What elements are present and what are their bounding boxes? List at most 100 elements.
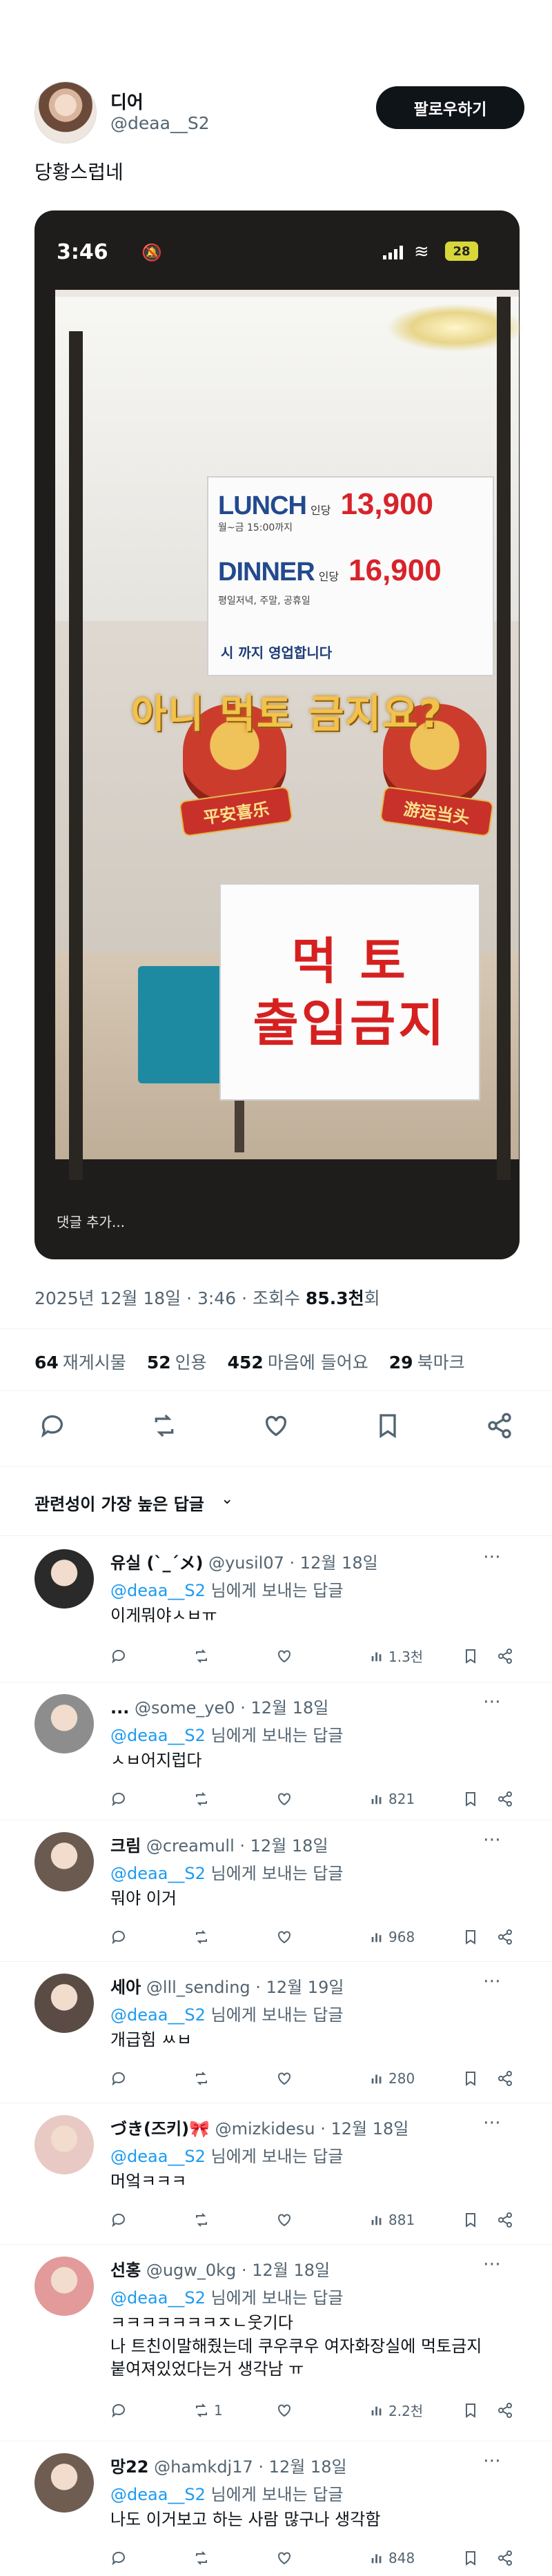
reply-retweet-action[interactable] xyxy=(193,1929,276,1945)
reply-avatar[interactable] xyxy=(34,1549,94,1609)
reply-views[interactable]: 280 xyxy=(369,2070,462,2087)
author-avatar[interactable] xyxy=(34,81,97,144)
reply-retweet-action[interactable] xyxy=(193,1791,276,1807)
more-icon[interactable]: ⋯ xyxy=(483,1829,501,1850)
stat-bookmarks[interactable]: 29 북마크 xyxy=(389,1349,465,1374)
reply-views[interactable]: 1.3천 xyxy=(369,1646,462,1666)
video-comment-placeholder[interactable]: 댓글 추가... xyxy=(57,1211,125,1231)
reply-reply-action[interactable] xyxy=(110,1648,193,1664)
reply-retweet-action[interactable]: 1 xyxy=(193,2402,276,2419)
reply-bookmark-action[interactable] xyxy=(462,2402,497,2419)
reply-mention[interactable]: @deaa__S2 xyxy=(110,2005,206,2025)
reply-reply-action[interactable] xyxy=(110,2550,193,2566)
heart-icon[interactable] xyxy=(258,1408,294,1444)
reply-date[interactable]: 12월 18일 xyxy=(250,1698,328,1718)
reply-avatar[interactable] xyxy=(34,2453,94,2513)
share-icon[interactable] xyxy=(482,1408,518,1444)
reply-author-handle[interactable]: @yusil07 xyxy=(208,1553,284,1573)
reply-share-action[interactable] xyxy=(497,1929,513,1945)
reply-avatar[interactable] xyxy=(34,1694,94,1753)
reply-avatar[interactable] xyxy=(34,1974,94,2033)
reply-share-action[interactable] xyxy=(497,1791,513,1807)
reply-bookmark-action[interactable] xyxy=(462,1791,497,1807)
reply-mention[interactable]: @deaa__S2 xyxy=(110,2288,206,2308)
stat-likes[interactable]: 452 마음에 들어요 xyxy=(228,1349,368,1374)
reply-author-handle[interactable]: @lll_sending xyxy=(146,1978,250,1997)
reply-sort-label[interactable]: 관련성이 가장 높은 답글 xyxy=(34,1491,204,1515)
bookmark-icon[interactable] xyxy=(370,1408,406,1444)
reply-bookmark-action[interactable] xyxy=(462,2212,497,2228)
more-icon[interactable]: ⋯ xyxy=(483,2450,501,2471)
reply-like-action[interactable] xyxy=(276,1929,369,1945)
reply-date[interactable]: 12월 18일 xyxy=(300,1553,378,1573)
reply-author-name[interactable]: 세아 xyxy=(110,1978,141,1997)
reply-author-handle[interactable]: @mizkidesu xyxy=(215,2119,315,2139)
reply-like-action[interactable] xyxy=(276,1648,369,1664)
reply-reply-action[interactable] xyxy=(110,2070,193,2087)
more-icon[interactable]: ⋯ xyxy=(483,1971,501,1992)
reply-mention[interactable]: @deaa__S2 xyxy=(110,1864,206,1883)
reply-share-action[interactable] xyxy=(497,1648,513,1664)
reply-mention[interactable]: @deaa__S2 xyxy=(110,2147,206,2166)
reply-retweet-action[interactable] xyxy=(193,2550,276,2566)
reply-reply-action[interactable] xyxy=(110,1929,193,1945)
reply-author-name[interactable]: 망22 xyxy=(110,2457,148,2477)
reply-reply-action[interactable] xyxy=(110,1791,193,1807)
reply-author-name[interactable]: づき(즈키)🎀 xyxy=(110,2119,210,2139)
reply-retweet-action[interactable] xyxy=(193,2070,276,2087)
reply-author-handle[interactable]: @hamkdj17 xyxy=(154,2457,253,2477)
reply-bookmark-action[interactable] xyxy=(462,1929,497,1945)
retweet-icon[interactable] xyxy=(146,1408,182,1444)
reply-views[interactable]: 821 xyxy=(369,1791,462,1807)
stat-reposts[interactable]: 64 재게시물 xyxy=(34,1349,126,1374)
more-icon[interactable]: ⋯ xyxy=(483,1546,501,1567)
reply-icon[interactable] xyxy=(34,1408,70,1444)
stat-quotes[interactable]: 52 인용 xyxy=(147,1349,207,1374)
reply-date[interactable]: 12월 18일 xyxy=(252,2261,330,2280)
author-display-name[interactable]: 디어 xyxy=(110,88,144,114)
reply-like-action[interactable] xyxy=(276,1791,369,1807)
reply-retweet-action[interactable] xyxy=(193,2212,276,2228)
reply-author-name[interactable]: 크림 xyxy=(110,1836,141,1856)
author-handle[interactable]: @deaa__S2 xyxy=(110,113,210,133)
more-icon[interactable]: ⋯ xyxy=(483,1691,501,1712)
reply-author-handle[interactable]: @creamull xyxy=(146,1836,235,1856)
reply-like-action[interactable] xyxy=(276,2212,369,2228)
more-icon[interactable]: ⋯ xyxy=(483,2254,501,2274)
reply-author-handle[interactable]: @some_ye0 xyxy=(135,1698,235,1718)
reply-mention[interactable]: @deaa__S2 xyxy=(110,1581,206,1600)
chevron-down-icon[interactable]: ⌄ xyxy=(221,1491,233,1508)
reply-like-action[interactable] xyxy=(276,2402,369,2419)
reply-reply-action[interactable] xyxy=(110,2212,193,2228)
reply-author-name[interactable]: 유실 (`_´メ) xyxy=(110,1553,203,1573)
reply-views[interactable]: 2.2천 xyxy=(369,2400,462,2420)
follow-button[interactable]: 팔로우하기 xyxy=(376,86,524,129)
reply-like-action[interactable] xyxy=(276,2550,369,2566)
reply-share-action[interactable] xyxy=(497,2402,513,2419)
reply-like-action[interactable] xyxy=(276,2070,369,2087)
reply-author-handle[interactable]: @ugw_0kg xyxy=(146,2261,236,2280)
reply-views[interactable]: 848 xyxy=(369,2550,462,2566)
reply-views[interactable]: 968 xyxy=(369,1929,462,1945)
reply-bookmark-action[interactable] xyxy=(462,2550,497,2566)
reply-share-action[interactable] xyxy=(497,2212,513,2228)
reply-share-action[interactable] xyxy=(497,2070,513,2087)
reply-reply-action[interactable] xyxy=(110,2402,193,2419)
reply-avatar[interactable] xyxy=(34,1832,94,1891)
reply-author-name[interactable]: 선홍 xyxy=(110,2261,141,2280)
reply-retweet-action[interactable] xyxy=(193,1648,276,1664)
reply-date[interactable]: 12월 19일 xyxy=(266,1978,344,1997)
reply-author-name[interactable]: ... xyxy=(110,1698,129,1718)
reply-avatar[interactable] xyxy=(34,2115,94,2174)
reply-mention[interactable]: @deaa__S2 xyxy=(110,2485,206,2504)
reply-bookmark-action[interactable] xyxy=(462,2070,497,2087)
reply-share-action[interactable] xyxy=(497,2550,513,2566)
reply-avatar[interactable] xyxy=(34,2257,94,2316)
reply-date[interactable]: 12월 18일 xyxy=(269,2457,347,2477)
reply-date[interactable]: 12월 18일 xyxy=(250,1836,328,1856)
reply-bookmark-action[interactable] xyxy=(462,1648,497,1664)
reply-views[interactable]: 881 xyxy=(369,2212,462,2228)
reply-mention[interactable]: @deaa__S2 xyxy=(110,1726,206,1745)
reply-date[interactable]: 12월 18일 xyxy=(331,2119,408,2139)
more-icon[interactable]: ⋯ xyxy=(483,2112,501,2133)
